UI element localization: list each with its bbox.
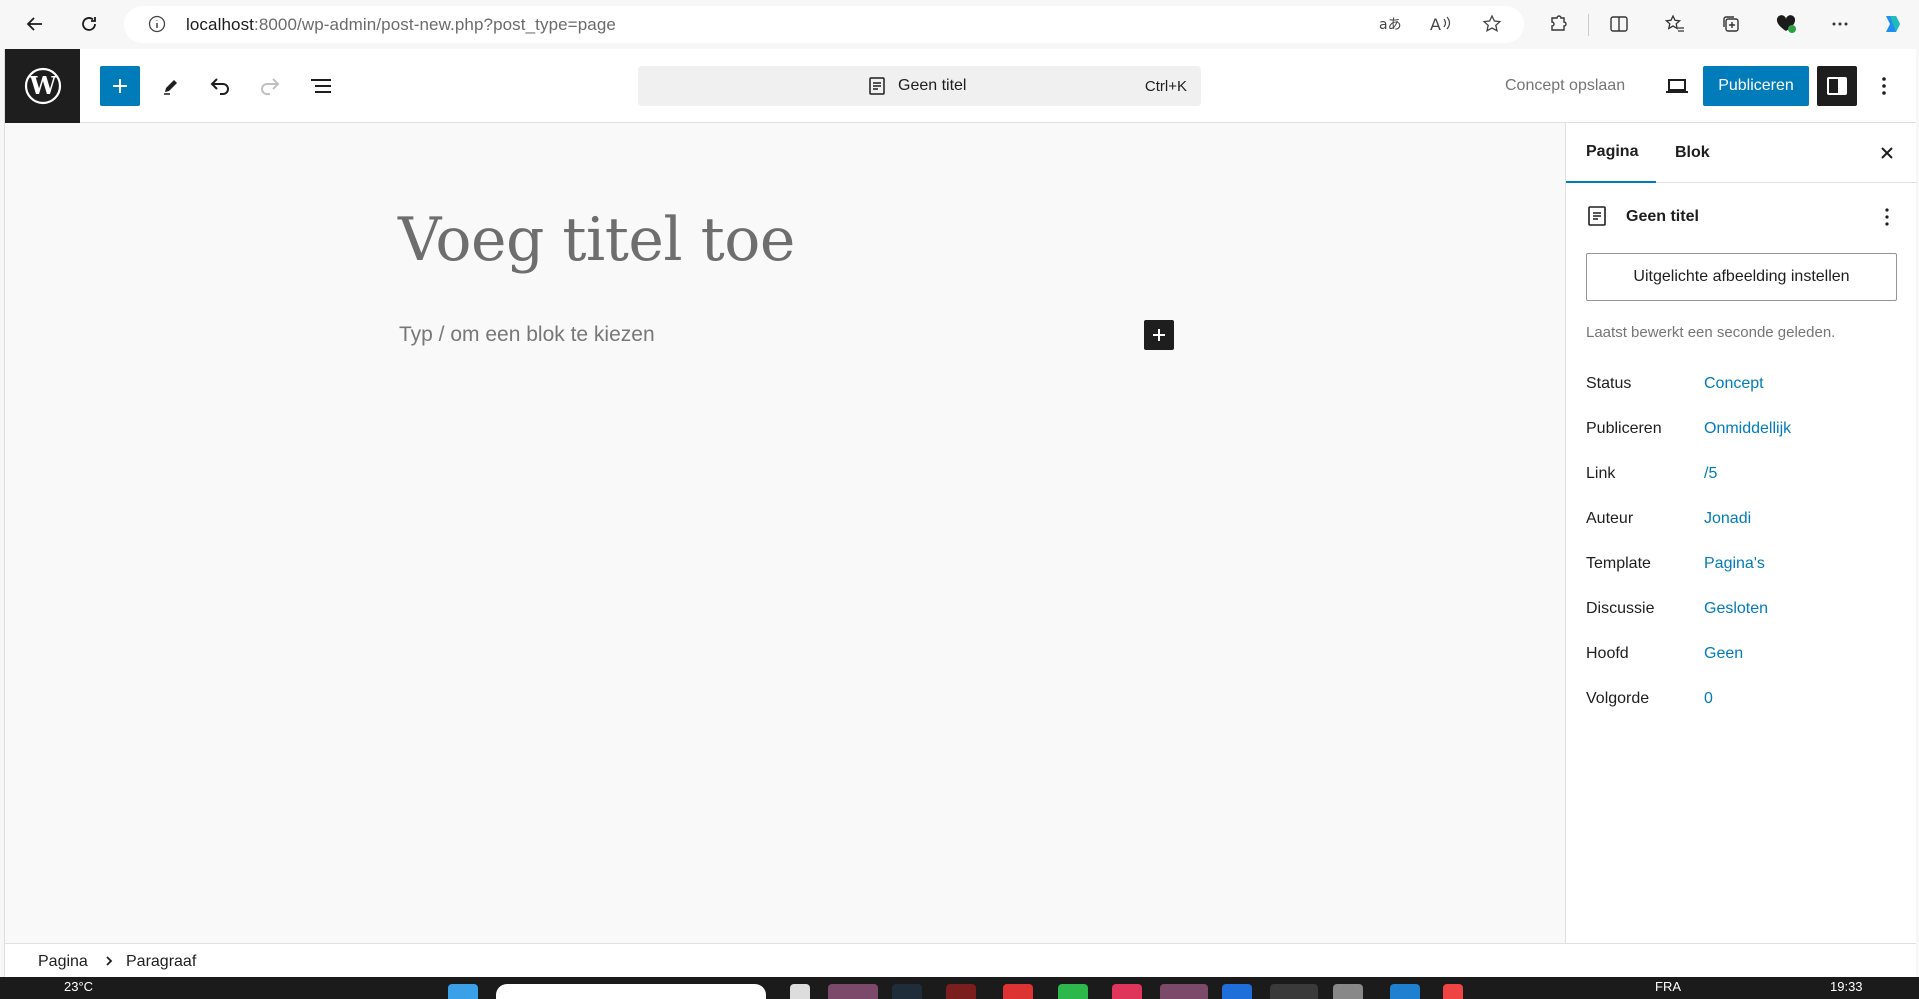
meta-row-order: Volgorde 0 [1586, 690, 1897, 714]
read-aloud-icon[interactable]: A [1430, 15, 1452, 38]
wordpress-logo-icon[interactable]: W [5, 49, 80, 123]
taskbar-search-box[interactable] [496, 984, 766, 999]
meta-row-publish: Publiceren Onmiddellijk [1586, 420, 1897, 444]
breadcrumb-item[interactable]: Pagina [38, 953, 88, 971]
translate-icon[interactable]: aあ [1379, 15, 1402, 38]
taskbar-app-icon[interactable] [828, 984, 878, 999]
meta-label: Publiceren [1586, 420, 1662, 437]
taskbar-app-icon[interactable] [1222, 984, 1252, 999]
taskbar-app-icon[interactable] [1270, 984, 1318, 999]
block-inserter-button[interactable] [100, 66, 140, 106]
meta-row-parent: Hoofd Geen [1586, 645, 1897, 669]
toolbar-divider [1588, 14, 1589, 36]
breadcrumb-item[interactable]: Paragraaf [126, 953, 196, 971]
last-edited-text: Laatst bewerkt een seconde geleden. [1586, 324, 1836, 341]
copilot-icon[interactable] [1878, 9, 1908, 39]
pencil-tools-icon[interactable] [151, 66, 191, 106]
meta-row-author: Auteur Jonadi [1586, 510, 1897, 534]
taskbar-app-icon[interactable] [1160, 984, 1208, 999]
taskbar-app-icon[interactable] [1112, 984, 1142, 999]
browser-essentials-icon[interactable] [1771, 9, 1801, 39]
publish-button[interactable]: Publiceren [1703, 66, 1809, 106]
tab-blok[interactable]: Blok [1675, 123, 1735, 183]
collections-icon[interactable] [1716, 9, 1746, 39]
taskbar-app-icon[interactable] [1390, 984, 1420, 999]
set-featured-image-button[interactable]: Uitgelichte afbeelding instellen [1586, 253, 1897, 301]
save-draft-button[interactable]: Concept opslaan [1505, 77, 1625, 95]
editor-header: W Geen titel Ctrl+K Concept opslaan Publ [5, 49, 1916, 123]
split-screen-icon[interactable] [1604, 9, 1634, 39]
meta-label: Discussie [1586, 600, 1655, 617]
chevron-right-icon [103, 953, 115, 969]
back-arrow-icon[interactable] [20, 9, 50, 39]
paragraph-block-input[interactable]: Typ / om een blok te kiezen [399, 323, 655, 347]
page-icon [1586, 205, 1608, 232]
svg-text:aあ: aあ [1379, 17, 1401, 33]
browser-toolbar: localhost:8000/wp-admin/post-new.php?pos… [0, 0, 1919, 49]
taskbar-app-icon[interactable] [892, 984, 922, 999]
taskbar-app-icon[interactable] [946, 984, 976, 999]
language-indicator[interactable]: FRA [1655, 979, 1681, 994]
meta-value-link[interactable]: Geen [1704, 645, 1743, 663]
post-card: Geen titel [1586, 203, 1897, 231]
svg-text:A: A [1430, 15, 1441, 33]
options-menu-icon[interactable] [1869, 66, 1899, 106]
wp-editor: W Geen titel Ctrl+K Concept opslaan Publ [4, 49, 1917, 977]
meta-value-link[interactable]: Jonadi [1704, 510, 1751, 528]
meta-row-discussion: Discussie Gesloten [1586, 600, 1897, 624]
extensions-icon[interactable] [1543, 9, 1573, 39]
url-text: localhost:8000/wp-admin/post-new.php?pos… [186, 14, 616, 34]
settings-sidebar: Pagina Blok Geen titel Uitgelichte afbee… [1565, 123, 1917, 943]
meta-value-link[interactable]: Pagina's [1704, 555, 1765, 573]
clock-time[interactable]: 19:33 [1830, 979, 1863, 994]
taskbar-app-icon[interactable] [1443, 984, 1463, 999]
meta-label: Volgorde [1586, 690, 1650, 707]
post-actions-menu-icon[interactable] [1877, 203, 1897, 231]
address-bar[interactable]: localhost:8000/wp-admin/post-new.php?pos… [124, 6, 1524, 43]
meta-value-link[interactable]: Gesloten [1704, 600, 1768, 618]
meta-value-link[interactable]: Concept [1704, 375, 1764, 393]
meta-label: Template [1586, 555, 1651, 572]
meta-label: Auteur [1586, 510, 1634, 527]
favorites-icon[interactable] [1660, 9, 1690, 39]
post-card-title: Geen titel [1626, 208, 1699, 225]
close-icon[interactable] [1873, 139, 1901, 167]
refresh-icon[interactable] [74, 9, 104, 39]
taskbar-app-icon[interactable] [1333, 984, 1363, 999]
shortcut-hint: Ctrl+K [1144, 77, 1187, 95]
document-overview-icon[interactable] [301, 66, 341, 106]
meta-value-link[interactable]: /5 [1704, 465, 1717, 483]
undo-icon[interactable] [200, 66, 240, 106]
site-info-icon[interactable] [148, 15, 166, 38]
meta-row-link: Link /5 [1586, 465, 1897, 489]
favorite-star-icon[interactable] [1482, 14, 1502, 39]
meta-label: Hoofd [1586, 645, 1629, 662]
redo-icon[interactable] [250, 66, 290, 106]
meta-value-link[interactable]: Onmiddellijk [1704, 420, 1791, 438]
page-icon [867, 76, 887, 101]
taskbar-app-icon[interactable] [1058, 984, 1088, 999]
meta-value-link[interactable]: 0 [1704, 690, 1713, 708]
editor-canvas[interactable]: Voeg titel toe Typ / om een blok te kiez… [5, 123, 1565, 943]
os-taskbar: 23°C FRA 19:33 [0, 977, 1919, 999]
svg-text:W: W [28, 71, 57, 100]
meta-label: Link [1586, 465, 1616, 482]
add-block-icon[interactable] [1144, 320, 1174, 350]
weather-temperature: 23°C [64, 979, 94, 994]
post-title-input[interactable]: Voeg titel toe [398, 205, 795, 275]
taskbar-app-icon[interactable] [1003, 984, 1033, 999]
sidebar-tabs: Pagina Blok [1566, 123, 1917, 183]
tab-pagina[interactable]: Pagina [1566, 123, 1656, 183]
settings-sidebar-toggle-icon[interactable] [1817, 66, 1857, 106]
settings-more-icon[interactable] [1825, 9, 1855, 39]
preview-device-icon[interactable] [1657, 66, 1697, 106]
meta-row-status: Status Concept [1586, 375, 1897, 399]
command-palette-bar[interactable]: Geen titel Ctrl+K [638, 66, 1201, 106]
doc-title: Geen titel [898, 77, 967, 94]
start-icon[interactable] [448, 984, 478, 999]
meta-row-template: Template Pagina's [1586, 555, 1897, 579]
meta-label: Status [1586, 375, 1632, 392]
block-breadcrumb: Pagina Paragraaf [5, 943, 1916, 977]
task-view-icon[interactable] [790, 984, 810, 999]
